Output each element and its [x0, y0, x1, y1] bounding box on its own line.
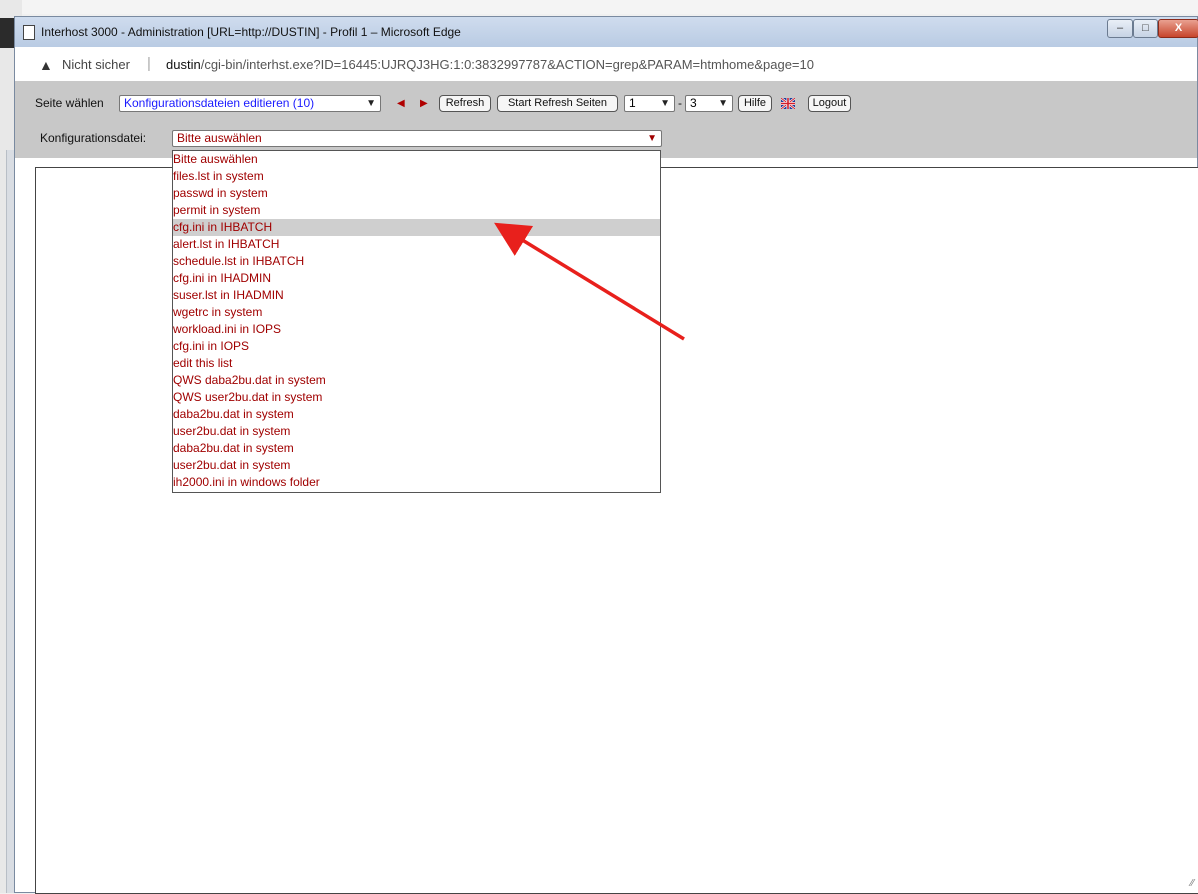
- address-url[interactable]: dustin/cgi-bin/interhst.exe?ID=16445:UJR…: [166, 57, 814, 72]
- config-file-select-value: Bitte auswählen: [177, 131, 262, 145]
- chevron-down-icon: ▼: [660, 98, 670, 109]
- warning-icon[interactable]: ▲: [39, 57, 53, 73]
- address-path: /cgi-bin/interhst.exe?ID=16445:UJRQJ3HG:…: [200, 57, 814, 72]
- close-button[interactable]: X: [1158, 19, 1198, 38]
- address-separator: |: [147, 55, 151, 72]
- dropdown-option[interactable]: passwd in system: [173, 185, 660, 202]
- dropdown-option[interactable]: user2bu.dat in system: [173, 457, 660, 474]
- range-to-value: 3: [690, 96, 697, 110]
- window-title: Interhost 3000 - Administration [URL=htt…: [41, 25, 461, 39]
- page-select-value: Konfigurationsdateien editieren (10): [124, 96, 315, 110]
- prev-page-icon[interactable]: ◀: [397, 98, 405, 109]
- config-file-dropdown-list[interactable]: Bitte auswählen files.lst in system passwd…: [172, 150, 661, 493]
- page-icon: [23, 25, 35, 40]
- dropdown-option[interactable]: schedule.lst in IHBATCH: [173, 253, 660, 270]
- dropdown-option[interactable]: QWS daba2bu.dat in system: [173, 372, 660, 389]
- page-select-label: Seite wählen: [35, 96, 104, 110]
- dropdown-option[interactable]: user2bu.dat in system: [173, 423, 660, 440]
- config-file-select[interactable]: Bitte auswählen ▼: [172, 130, 662, 147]
- dropdown-option[interactable]: Bitte auswählen: [173, 151, 660, 168]
- dropdown-option[interactable]: daba2bu.dat in system: [173, 440, 660, 457]
- range-from-value: 1: [629, 96, 636, 110]
- chevron-down-icon: ▼: [366, 98, 376, 109]
- config-file-label: Konfigurationsdatei:: [40, 131, 147, 145]
- dropdown-option[interactable]: cfg.ini in IHBATCH: [173, 219, 660, 236]
- minimize-button[interactable]: –: [1107, 19, 1133, 38]
- dropdown-option[interactable]: ih2000.ini in windows folder: [173, 474, 660, 491]
- range-to-select[interactable]: 3 ▼: [685, 95, 733, 112]
- dropdown-option[interactable]: wgetrc in system: [173, 304, 660, 321]
- dropdown-option[interactable]: files.lst in system: [173, 168, 660, 185]
- dropdown-option[interactable]: cfg.ini in IHADMIN: [173, 270, 660, 287]
- dropdown-option[interactable]: cfg.ini in IOPS: [173, 338, 660, 355]
- dropdown-option[interactable]: workload.ini in IOPS: [173, 321, 660, 338]
- security-status[interactable]: Nicht sicher: [62, 57, 130, 72]
- address-bar[interactable]: ▲ Nicht sicher | dustin/cgi-bin/interhst…: [15, 47, 1197, 82]
- address-host: dustin: [166, 57, 201, 72]
- page-select[interactable]: Konfigurationsdateien editieren (10) ▼: [119, 95, 381, 112]
- range-from-select[interactable]: 1 ▼: [624, 95, 675, 112]
- dropdown-option[interactable]: suser.lst in IHADMIN: [173, 287, 660, 304]
- start-refresh-button[interactable]: Start Refresh Seiten: [497, 95, 618, 112]
- dropdown-option[interactable]: alert.lst in IHBATCH: [173, 236, 660, 253]
- refresh-button[interactable]: Refresh: [439, 95, 491, 112]
- dropdown-option[interactable]: edit this list: [173, 355, 660, 372]
- logout-button[interactable]: Logout: [808, 95, 851, 112]
- resize-grip-icon[interactable]: ⁄⁄: [1191, 878, 1194, 889]
- dropdown-option[interactable]: QWS user2bu.dat in system: [173, 389, 660, 406]
- desktop-top-strip: [0, 0, 1198, 14]
- title-bar: Interhost 3000 - Administration [URL=htt…: [15, 17, 1198, 47]
- app-toolbar: Seite wählen Konfigurationsdateien editi…: [15, 81, 1197, 158]
- range-dash: -: [678, 96, 682, 110]
- dropdown-option[interactable]: daba2bu.dat in system: [173, 406, 660, 423]
- next-page-icon[interactable]: ▶: [420, 98, 428, 109]
- uk-flag-icon[interactable]: [781, 98, 795, 109]
- chevron-down-icon: ▼: [718, 98, 728, 109]
- chevron-down-icon: ▼: [647, 133, 657, 144]
- maximize-button[interactable]: □: [1133, 19, 1158, 38]
- dropdown-option[interactable]: permit in system: [173, 202, 660, 219]
- help-button[interactable]: Hilfe: [738, 95, 772, 112]
- background-app-dark-block: [0, 18, 14, 48]
